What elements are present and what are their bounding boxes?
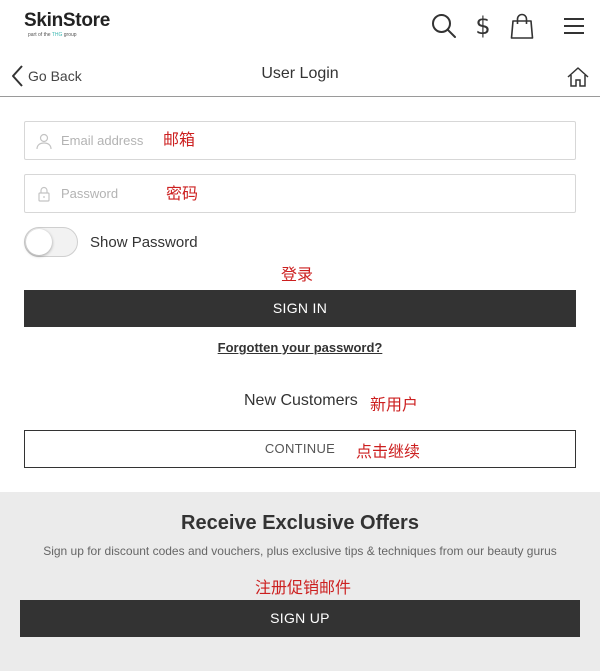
- password-field-wrapper: [24, 174, 576, 213]
- toggle-knob: [26, 229, 52, 255]
- offers-title: Receive Exclusive Offers: [181, 512, 419, 534]
- offers-description: Sign up for discount codes and vouchers,…: [43, 544, 557, 558]
- show-password-toggle[interactable]: [24, 227, 78, 257]
- signup-annotation: 注册促销邮件: [255, 578, 352, 597]
- skinstore-logo[interactable]: SkinStore part of the THG group: [24, 10, 110, 38]
- email-input[interactable]: [61, 122, 261, 159]
- sign-up-button[interactable]: SIGN UP: [20, 600, 580, 637]
- nav-bar: Go Back User Login: [0, 56, 600, 97]
- signin-annotation: 登录: [281, 265, 314, 284]
- new-customers-heading: New Customers: [244, 392, 358, 409]
- menu-icon[interactable]: [561, 12, 589, 40]
- email-field-wrapper: [24, 121, 576, 160]
- sign-in-button[interactable]: SIGN IN: [24, 290, 576, 327]
- logo-wordmark: SkinStore: [24, 10, 110, 31]
- email-annotation: 邮箱: [163, 130, 196, 149]
- password-input[interactable]: [61, 175, 261, 212]
- dollar-icon[interactable]: $: [469, 12, 497, 40]
- home-icon[interactable]: [566, 65, 590, 89]
- new-customers-annotation: 新用户: [370, 395, 419, 414]
- page-title: User Login: [261, 65, 339, 82]
- forgot-password-link[interactable]: Forgotten your password?: [0, 340, 600, 355]
- shopping-bag-icon[interactable]: [508, 12, 536, 40]
- password-annotation: 密码: [166, 184, 199, 203]
- lock-icon: [38, 186, 50, 202]
- show-password-label: Show Password: [90, 234, 198, 251]
- continue-annotation: 点击继续: [356, 442, 421, 461]
- offers-section: Receive Exclusive Offers Sign up for dis…: [0, 492, 600, 671]
- user-icon: [36, 133, 52, 150]
- continue-button[interactable]: CONTINUE: [24, 430, 576, 468]
- logo-tagline: part of the THG group: [28, 32, 77, 38]
- search-icon[interactable]: [430, 12, 458, 40]
